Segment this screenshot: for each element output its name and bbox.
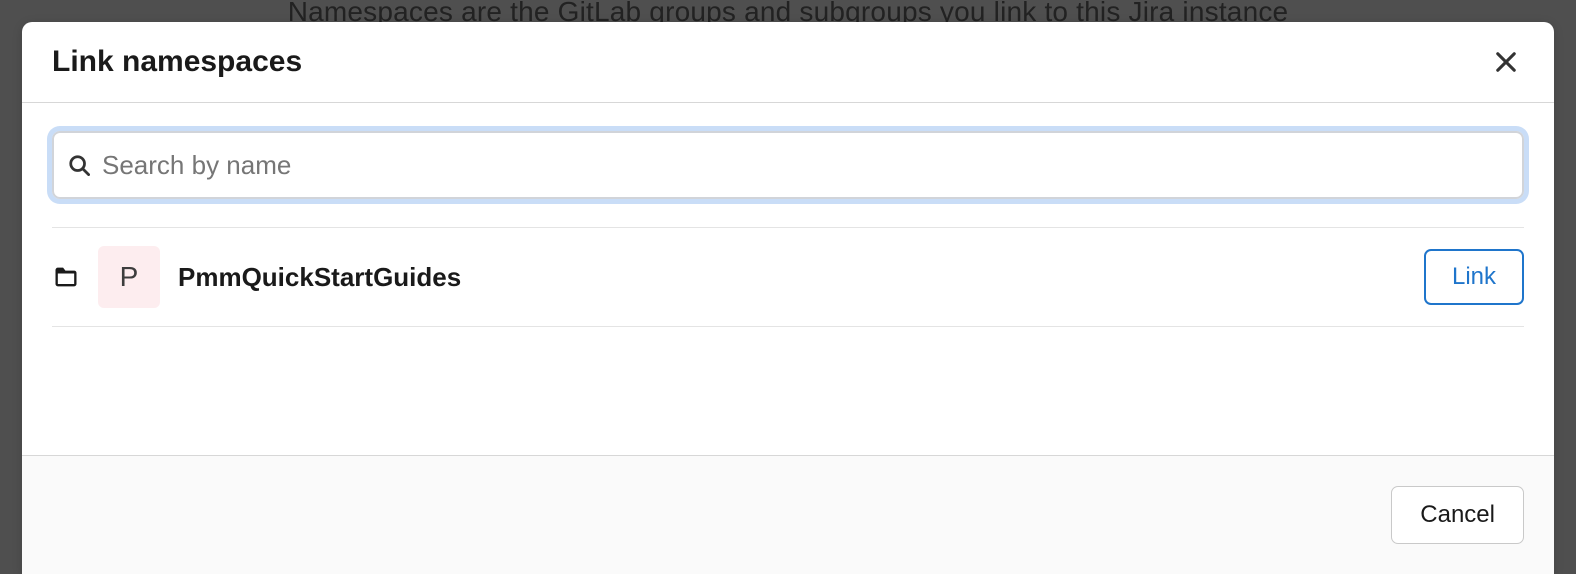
namespace-row: P PmmQuickStartGuides Link xyxy=(52,228,1524,327)
close-button[interactable] xyxy=(1488,44,1524,80)
search-icon xyxy=(68,154,90,176)
close-icon xyxy=(1495,51,1517,73)
modal-footer: Cancel xyxy=(22,455,1554,574)
search-field-wrapper[interactable] xyxy=(52,131,1524,199)
search-input[interactable] xyxy=(90,133,1508,197)
link-namespaces-modal: Link namespaces P PmmQuickStartGuides xyxy=(22,22,1554,574)
folder-icon xyxy=(52,263,80,291)
cancel-button[interactable]: Cancel xyxy=(1391,486,1524,544)
modal-body: P PmmQuickStartGuides Link xyxy=(22,103,1554,455)
link-button[interactable]: Link xyxy=(1424,249,1524,305)
namespace-list: P PmmQuickStartGuides Link xyxy=(52,227,1524,327)
modal-title: Link namespaces xyxy=(52,45,302,79)
namespace-name: PmmQuickStartGuides xyxy=(178,262,1406,293)
modal-header: Link namespaces xyxy=(22,22,1554,103)
namespace-avatar: P xyxy=(98,246,160,308)
